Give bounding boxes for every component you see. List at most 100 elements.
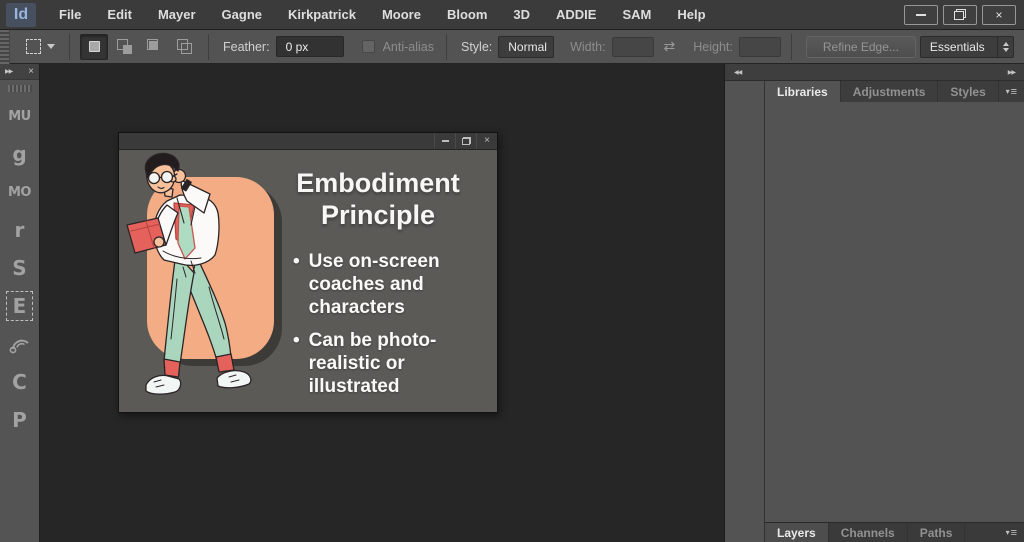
marquee-tool-preset-button[interactable] — [18, 33, 63, 61]
restore-icon — [954, 9, 966, 20]
tab-layers[interactable]: Layers — [765, 523, 829, 542]
antialias-checkbox[interactable] — [362, 40, 375, 53]
window-restore-button[interactable] — [943, 5, 977, 25]
menu-mayer[interactable]: Mayer — [145, 0, 209, 30]
bullet-icon: • — [293, 251, 300, 319]
menu-file[interactable]: File — [46, 0, 94, 30]
app-logo: Id — [6, 3, 36, 27]
workspace-dropdown-value: Essentials — [921, 40, 997, 54]
menu-bloom[interactable]: Bloom — [434, 0, 500, 30]
separator — [208, 34, 209, 60]
tool-c[interactable]: C — [12, 367, 27, 397]
width-input[interactable] — [612, 37, 654, 57]
window-close-button[interactable]: × — [982, 5, 1016, 25]
close-panel-icon[interactable]: × — [28, 67, 34, 77]
layers-tab-bar: Layers Channels Paths ▾ ≡ — [765, 522, 1024, 542]
tool-e-active[interactable]: E — [6, 291, 34, 321]
chevron-down-icon — [47, 44, 55, 49]
bullet-text: Use on-screen coaches and characters — [309, 251, 440, 319]
style-dropdown-value: Normal — [499, 40, 554, 54]
tool-list: MU g MO r S E C P — [6, 101, 34, 435]
panel-dock-strip — [725, 81, 765, 542]
feather-input[interactable] — [276, 36, 344, 57]
tab-adjustments[interactable]: Adjustments — [841, 81, 939, 102]
tab-libraries[interactable]: Libraries — [765, 81, 841, 102]
chevron-down-icon: ▾ — [1006, 87, 1010, 96]
menu-addie[interactable]: ADDIE — [543, 0, 609, 30]
document-titlebar[interactable]: × — [119, 133, 497, 150]
document-restore-button[interactable] — [455, 133, 476, 149]
height-input[interactable] — [739, 37, 781, 57]
hamburger-icon: ≡ — [1011, 527, 1017, 539]
tool-r[interactable]: r — [15, 215, 25, 245]
chevron-down-icon: ▾ — [1006, 528, 1010, 537]
menu-kirkpatrick[interactable]: Kirkpatrick — [275, 0, 369, 30]
document-close-button[interactable]: × — [476, 133, 497, 149]
tool-palette-header: ▶▶ × — [0, 64, 39, 80]
antialias-label: Anti-alias — [383, 40, 434, 54]
tab-styles[interactable]: Styles — [938, 81, 998, 102]
add-selection-icon — [117, 39, 132, 54]
menu-3d[interactable]: 3D — [500, 0, 543, 30]
menu-gagne[interactable]: Gagne — [209, 0, 275, 30]
tool-g[interactable]: g — [12, 139, 26, 169]
style-dropdown[interactable]: Normal — [498, 36, 554, 58]
canvas-area[interactable]: × — [40, 64, 724, 542]
panel-column: Libraries Adjustments Styles ▾ ≡ Layers … — [765, 81, 1024, 542]
subtract-from-selection-button[interactable] — [140, 34, 168, 60]
workspace-dropdown[interactable]: Essentials — [920, 36, 1014, 58]
panel-menu-button[interactable]: ▾ ≡ — [1006, 81, 1017, 102]
intersect-selection-button[interactable] — [170, 34, 198, 60]
document-minimize-button[interactable] — [434, 133, 455, 149]
intersect-selection-icon — [177, 39, 192, 54]
palette-grip[interactable] — [8, 85, 32, 92]
tool-mo[interactable]: MO — [8, 177, 31, 207]
minimize-icon — [442, 140, 449, 142]
tool-options-bar: Feather: Anti-alias Style: Normal Width:… — [0, 30, 1024, 64]
menu-edit[interactable]: Edit — [94, 0, 145, 30]
bullet-icon: • — [293, 330, 300, 398]
options-bar-grip[interactable] — [0, 30, 10, 64]
slide-title: Embodiment Principle — [271, 167, 485, 232]
panel-menu-button[interactable]: ▾ ≡ — [1006, 523, 1017, 542]
tool-palette: ▶▶ × MU g MO r S E C P — [0, 64, 40, 542]
menu-bar: Id File Edit Mayer Gagne Kirkpatrick Moo… — [0, 0, 1024, 30]
coach-character-illustration — [121, 151, 285, 411]
bullet-item: • Can be photo- realistic or illustrated — [293, 330, 440, 398]
tool-spiral[interactable] — [7, 329, 31, 359]
selection-mode-buttons — [80, 34, 198, 60]
tab-paths[interactable]: Paths — [908, 523, 966, 542]
slide-canvas[interactable]: Embodiment Principle • Use on-screen coa… — [119, 150, 497, 412]
close-icon: × — [995, 9, 1002, 21]
spinner-icon — [997, 37, 1013, 57]
collapse-panel-icon[interactable]: ▶▶ — [5, 68, 12, 75]
tool-mu[interactable]: MU — [8, 101, 31, 131]
new-selection-button[interactable] — [80, 34, 108, 60]
tab-channels[interactable]: Channels — [829, 523, 908, 542]
menu-help[interactable]: Help — [664, 0, 718, 30]
menu-moore[interactable]: Moore — [369, 0, 434, 30]
bullet-text: Can be photo- realistic or illustrated — [309, 330, 437, 398]
document-window: × — [118, 132, 498, 413]
window-minimize-button[interactable] — [904, 5, 938, 25]
separator — [791, 34, 792, 60]
swap-dimensions-icon[interactable]: ⇄ — [664, 38, 676, 55]
tool-p[interactable]: P — [12, 405, 27, 435]
slide-bullet-list: • Use on-screen coaches and characters •… — [293, 251, 440, 399]
collapse-right-icon[interactable]: ▶▶ — [1008, 69, 1015, 76]
application-window: Id File Edit Mayer Gagne Kirkpatrick Moo… — [0, 0, 1024, 542]
bullet-item: • Use on-screen coaches and characters — [293, 251, 440, 319]
menu-sam[interactable]: SAM — [609, 0, 664, 30]
add-to-selection-button[interactable] — [110, 34, 138, 60]
tool-s[interactable]: S — [12, 253, 26, 283]
collapse-left-icon[interactable]: ◀◀ — [734, 69, 741, 76]
refine-edge-button[interactable]: Refine Edge... — [806, 36, 916, 58]
dock-top-bar: ◀◀ ▶▶ — [725, 64, 1024, 81]
minimize-icon — [916, 14, 926, 16]
feather-label: Feather: — [223, 40, 270, 54]
subtract-selection-icon — [147, 39, 162, 54]
separator — [69, 34, 70, 60]
style-label: Style: — [461, 40, 492, 54]
height-label: Height: — [693, 40, 733, 54]
panel-tab-bar: Libraries Adjustments Styles ▾ ≡ — [765, 81, 1024, 102]
